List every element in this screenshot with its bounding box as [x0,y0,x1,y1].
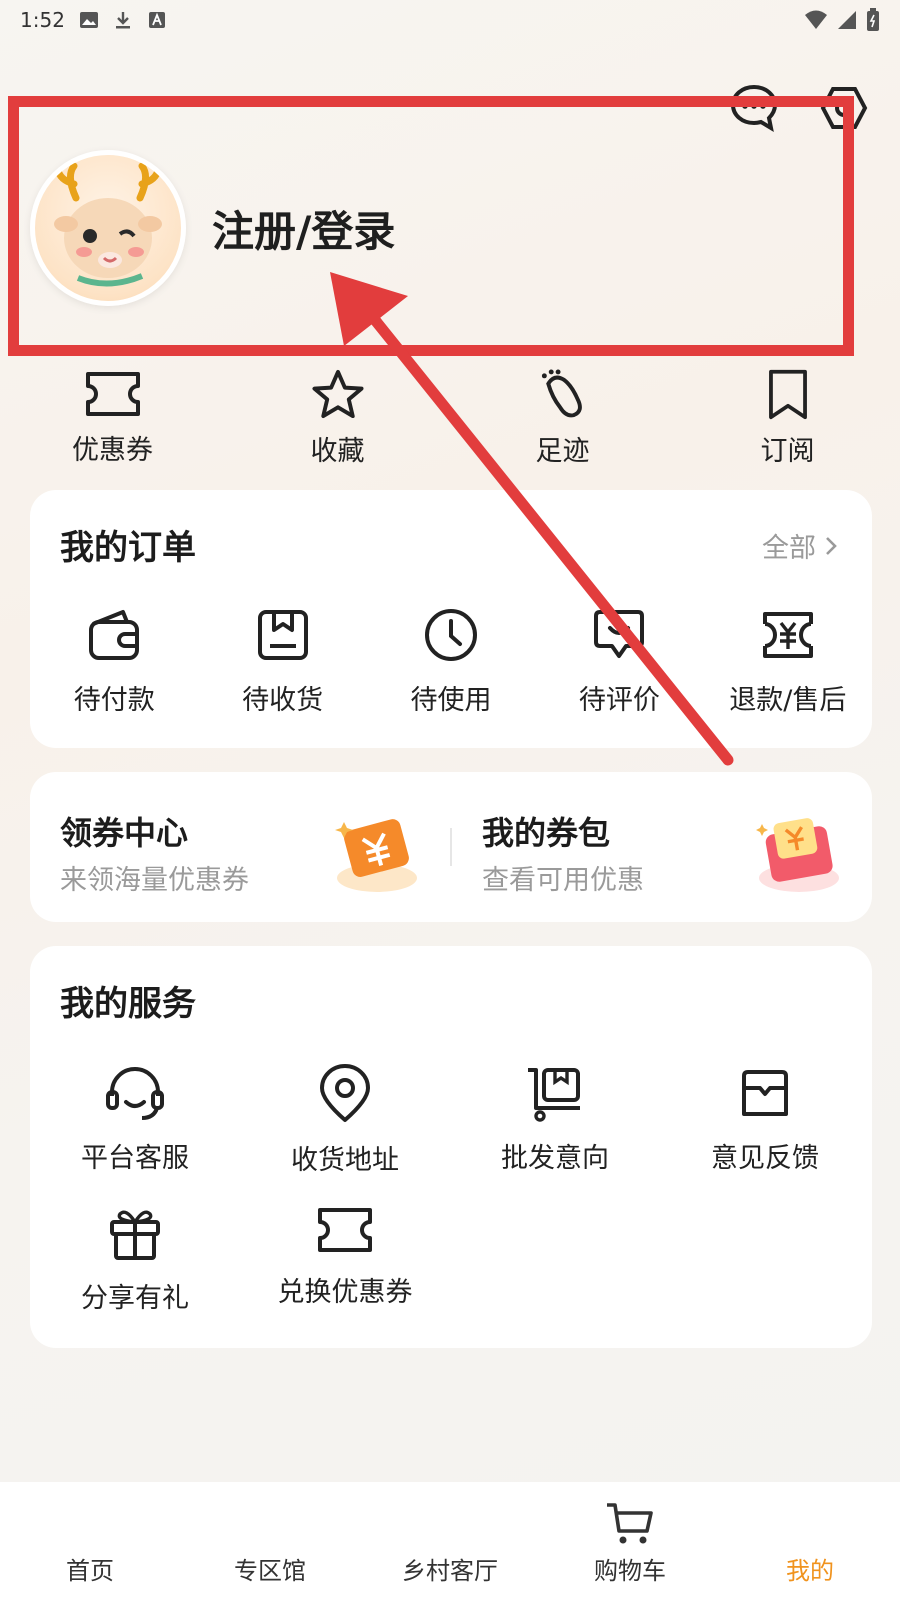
order-status-row: 待付款 待收货 待使用 待评价 退款/售后 [30,606,872,717]
services-title: 我的服务 [60,984,196,1024]
battery-icon [866,8,880,32]
quick-links: 优惠券 收藏 足迹 订阅 [0,368,900,468]
location-icon [320,1064,370,1122]
message-icon[interactable] [726,80,782,136]
order-status-label: 待付款 [73,685,155,716]
order-pending-review[interactable]: 待评价 [535,606,703,717]
quick-link-label: 订阅 [760,436,815,467]
coupons-card: 领券中心 来领海量优惠券 我的券包 查看可用优惠 [30,772,872,922]
see-all-label: 全部 [762,533,816,564]
refund-icon [762,612,813,658]
service-share-gift[interactable]: 分享有礼 [30,1204,240,1344]
order-pending-payment[interactable]: 待付款 [30,606,198,717]
cart-box-icon [528,1068,580,1122]
tab-label: 乡村客厅 [402,1557,498,1585]
feedback-icon [742,1070,788,1116]
service-label: 收货地址 [291,1145,399,1176]
coupon-center-subtitle: 来领海量优惠券 [60,865,249,896]
coupon-center-entry[interactable]: 领券中心 来领海量优惠券 [30,772,450,922]
tab-label: 专区馆 [234,1557,306,1585]
bookmark-icon [768,369,807,420]
service-label: 兑换优惠券 [277,1277,413,1308]
order-status-label: 待使用 [410,685,492,716]
quick-link-label: 足迹 [535,436,590,467]
service-label: 批发意向 [501,1143,609,1174]
tab-home[interactable]: 首页 [0,1482,180,1600]
service-customer-support[interactable]: 平台客服 [30,1064,240,1204]
wallet-icon [89,610,140,660]
tab-label: 首页 [66,1557,114,1585]
tab-label: 购物车 [594,1557,666,1585]
font-notification-icon [147,10,167,30]
coupon-bag-icon [756,818,839,892]
shopping-cart-icon [607,1503,653,1544]
tab-village-lounge[interactable]: 乡村客厅 [360,1482,540,1600]
header-actions [726,80,872,136]
deer-avatar-icon [54,162,162,287]
ticket-icon [318,1208,372,1252]
signal-icon [836,9,858,31]
service-feedback[interactable]: 意见反馈 [660,1064,870,1204]
profile-header[interactable]: 注册/登录 [30,150,395,306]
service-wholesale-intent[interactable]: 批发意向 [450,1064,660,1204]
tab-label: 我的 [786,1557,834,1585]
avatar[interactable] [30,150,186,306]
order-status-label: 待收货 [242,685,324,716]
clock-icon [425,609,478,661]
quick-link-label: 收藏 [310,436,365,467]
quick-link-label: 优惠券 [72,435,153,466]
image-notification-icon [79,10,99,30]
bottom-tab-bar: 首页 专区馆 乡村客厅 购物车 我的 [0,1482,900,1600]
see-all-orders-link[interactable]: 全部 [762,526,838,565]
chevron-right-icon [826,536,837,555]
footprint-icon [541,369,582,418]
service-label: 平台客服 [81,1143,189,1174]
service-label: 分享有礼 [81,1283,189,1314]
coupon-wallet-title: 我的券包 [482,814,611,852]
tab-mine[interactable]: 我的 [720,1482,900,1600]
package-icon [257,610,308,660]
order-pending-use[interactable]: 待使用 [367,606,535,717]
order-status-label: 退款/售后 [729,685,847,716]
coupon-ticket-icon [335,819,417,892]
order-refund-aftersale[interactable]: 退款/售后 [704,606,872,717]
coupon-wallet-subtitle: 查看可用优惠 [482,865,644,896]
ticket-icon [85,372,140,416]
tab-cart[interactable]: 购物车 [540,1482,720,1600]
quick-link-footprints[interactable]: 足迹 [450,368,675,468]
service-redeem-coupon[interactable]: 兑换优惠券 [240,1204,450,1344]
order-status-label: 待评价 [578,685,660,716]
download-icon [113,10,133,30]
headset-icon [106,1067,164,1120]
star-icon [311,369,364,419]
review-icon [594,610,645,658]
service-shipping-address[interactable]: 收货地址 [240,1064,450,1204]
status-bar: 1:52 [0,0,900,40]
quick-link-coupons[interactable]: 优惠券 [0,368,225,468]
status-time: 1:52 [20,8,65,32]
services-card: 我的服务 平台客服 收货地址 批发意向 意见反馈 分享有礼 兑换优惠券 [30,946,872,1348]
gift-icon [110,1210,160,1260]
order-pending-receipt[interactable]: 待收货 [198,606,366,717]
my-coupon-wallet-entry[interactable]: 我的券包 查看可用优惠 [452,772,872,922]
quick-link-subscriptions[interactable]: 订阅 [675,368,900,468]
orders-card: 我的订单 全部 待付款 待收货 待使用 待评价 退款/售后 [30,490,872,748]
settings-icon[interactable] [816,80,872,136]
service-label: 意见反馈 [711,1143,819,1174]
wifi-icon [804,9,828,31]
coupon-center-title: 领券中心 [60,814,189,852]
tab-special-zone[interactable]: 专区馆 [180,1482,360,1600]
services-grid: 平台客服 收货地址 批发意向 意见反馈 分享有礼 兑换优惠券 [30,1064,872,1344]
login-button[interactable]: 注册/登录 [212,198,395,259]
orders-title: 我的订单 [60,528,196,568]
quick-link-favorites[interactable]: 收藏 [225,368,450,468]
